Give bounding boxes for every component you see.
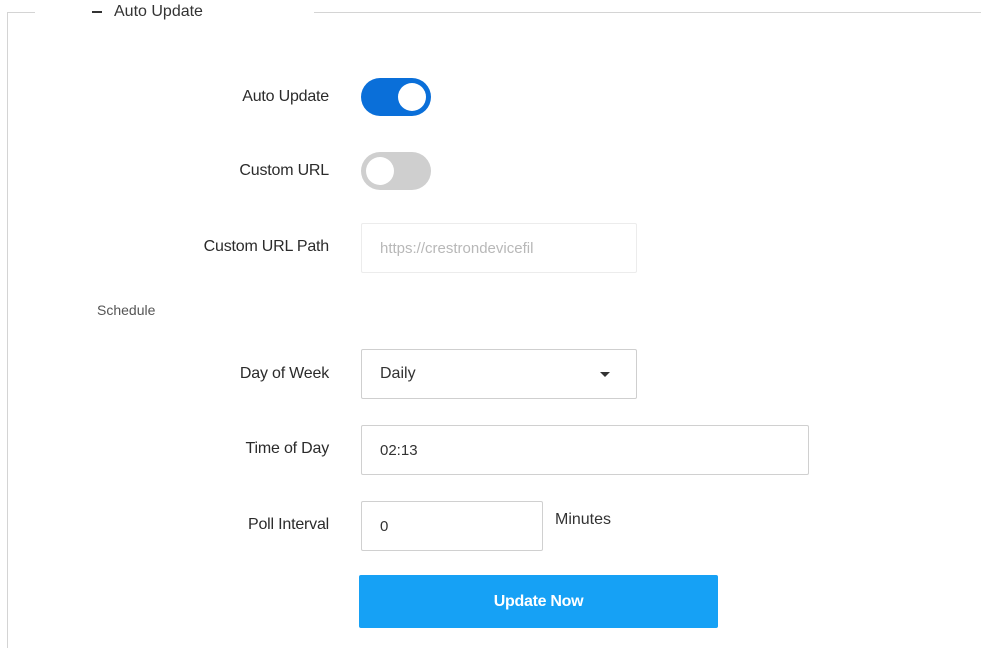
minus-icon[interactable] [92,11,102,13]
custom-url-toggle[interactable] [361,152,431,190]
custom-url-path-value: https://crestrondevicefil [380,239,534,257]
group-border [314,12,981,13]
custom-url-path-input[interactable]: https://crestrondevicefil [361,223,637,273]
time-of-day-label: Time of Day [245,440,330,457]
update-now-button[interactable]: Update Now [359,575,718,628]
toggle-knob [366,157,394,185]
day-of-week-label: Day of Week [239,365,329,382]
toggle-knob [398,83,426,111]
poll-interval-value: 0 [380,517,389,535]
time-of-day-value: 02:13 [380,441,418,459]
caret-down-icon [600,371,610,377]
poll-interval-unit: Minutes [555,511,612,528]
poll-interval-input[interactable]: 0 [361,501,543,551]
schedule-heading: Schedule [97,302,156,318]
time-of-day-input[interactable]: 02:13 [361,425,809,475]
custom-url-label: Custom URL [239,162,329,179]
auto-update-panel: Auto Update Auto Update Custom URL Custo… [0,0,981,648]
poll-interval-label: Poll Interval [248,516,329,533]
auto-update-label: Auto Update [242,88,329,105]
day-of-week-select[interactable]: Daily [361,349,637,399]
group-border [7,12,8,648]
day-of-week-value: Daily [380,365,416,382]
section-title: Auto Update [114,3,203,20]
group-border [7,12,35,13]
auto-update-toggle[interactable] [361,78,431,116]
section-toggle-auto-update[interactable]: Auto Update [92,1,203,23]
custom-url-path-label: Custom URL Path [203,238,330,255]
